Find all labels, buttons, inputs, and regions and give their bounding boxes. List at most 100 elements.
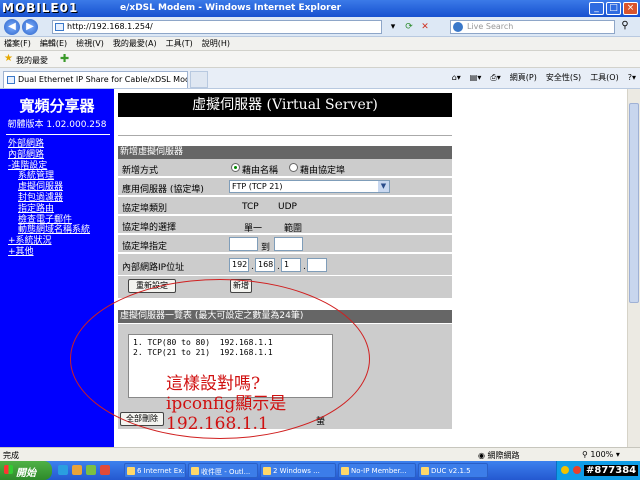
print-icon[interactable]: ⎙▾	[490, 73, 500, 83]
nav-check-email[interactable]: 檢查電子郵件	[8, 215, 90, 226]
ip-dot: .	[251, 262, 254, 272]
status-text: 完成	[3, 451, 19, 460]
single-label: 單一	[244, 224, 263, 234]
search-input[interactable]: Live Search	[450, 20, 615, 34]
forward-icon[interactable]: ▶	[22, 19, 38, 35]
nav-wan[interactable]: 外部網路	[8, 139, 90, 150]
close-button[interactable]: ×	[623, 2, 638, 15]
task-label: 2 Windows ...	[273, 467, 320, 475]
nav-lan[interactable]: 內部網路	[8, 150, 90, 161]
zoom-control[interactable]: ⚲ 100% ▾	[582, 450, 620, 459]
menu-favorites[interactable]: 我的最愛(A)	[113, 38, 157, 49]
chevron-down-icon[interactable]: ▼	[378, 181, 389, 192]
protocol-assign-row: 協定埠指定 到	[118, 235, 452, 253]
nav-virtual-server[interactable]: 虛擬伺服器	[8, 182, 90, 193]
back-icon[interactable]: ◀	[4, 19, 20, 35]
by-protocol-radio[interactable]	[289, 163, 298, 172]
firefox-icon	[341, 467, 349, 475]
add-method-label: 新增方式	[122, 166, 159, 176]
favorites-star-icon[interactable]: ★	[4, 53, 13, 64]
router-page: 寬頻分享器 韌體版本 1.02.000.258 外部網路 內部網路 -進階設定 …	[0, 89, 627, 447]
refresh-icon[interactable]: ⟳	[402, 20, 416, 34]
to-label: 到	[261, 243, 271, 253]
quicklaunch-ie-icon[interactable]	[58, 465, 68, 475]
add-method-row: 新增方式 藉由名稱 藉由協定埠	[118, 159, 452, 177]
command-bar: ⌂▾ ▤▾ ⎙▾ 網頁(P) 安全性(S) 工具(O) ?▾	[452, 72, 636, 83]
security-zone: ◉ 網際網路	[478, 451, 520, 460]
feeds-icon[interactable]: ▤▾	[470, 73, 482, 82]
favorites-bar: ★ 我的最愛 ✚	[0, 51, 640, 68]
nav-static-route[interactable]: 指定路由	[8, 204, 90, 215]
page-menu[interactable]: 網頁(P)	[510, 72, 537, 83]
new-tab-button[interactable]	[190, 71, 208, 88]
favorites-label[interactable]: 我的最愛	[16, 55, 48, 66]
nav-ddns[interactable]: 動態網域名稱系統	[8, 225, 90, 236]
ip-octet-1[interactable]: 192	[229, 258, 249, 272]
protocol-select-row: 協定埠的選擇 單一 範圍	[118, 216, 452, 234]
tab-bar: Dual Ethernet IP Share for Cable/xDSL Mo…	[0, 68, 640, 89]
security-menu[interactable]: 安全性(S)	[546, 72, 581, 83]
port-end-input[interactable]	[274, 237, 303, 251]
lan-ip-row: 內部網路IP位址 192 . 168 . 1 .	[118, 254, 452, 276]
quicklaunch-app-icon[interactable]	[100, 465, 110, 475]
task-internet-explorer[interactable]: 6 Internet Ex...	[124, 463, 186, 478]
address-input[interactable]: http://192.168.1.254/	[52, 20, 382, 34]
outlook-icon	[191, 467, 199, 475]
search-icon[interactable]: ⚲	[618, 20, 632, 34]
ip-dot: .	[303, 262, 306, 272]
server-select[interactable]: FTP (TCP 21) ▼	[229, 180, 390, 193]
task-duc[interactable]: DUC v2.1.5	[418, 463, 488, 478]
window-titlebar: MOBILE01 e/xDSL Modem - Windows Internet…	[0, 0, 640, 17]
by-protocol-label: 藉由協定埠	[300, 166, 346, 176]
quicklaunch-desktop-icon[interactable]	[86, 465, 96, 475]
tab-router[interactable]: Dual Ethernet IP Share for Cable/xDSL Mo…	[3, 71, 188, 88]
windows-flag-icon	[4, 465, 13, 474]
start-label: 開始	[16, 468, 36, 479]
annotation-line-2: ipconfig顯示是	[166, 394, 287, 414]
maximize-button[interactable]: □	[606, 2, 621, 15]
watermark: #877384	[584, 465, 639, 476]
help-icon[interactable]: ?▾	[628, 73, 636, 82]
nav-advanced[interactable]: -進階設定	[8, 161, 90, 172]
folder-icon	[263, 467, 271, 475]
menu-help[interactable]: 說明(H)	[202, 38, 230, 49]
quicklaunch-outlook-icon[interactable]	[72, 465, 82, 475]
nav-system-admin[interactable]: 系統管理	[8, 171, 90, 182]
stop-icon[interactable]: ✕	[418, 20, 432, 34]
protocol-type-label: 協定埠類別	[122, 204, 168, 214]
dropdown-arrow-icon[interactable]: ▾	[386, 20, 400, 34]
home-icon[interactable]: ⌂▾	[452, 73, 461, 82]
add-section-header: 新增虛擬伺服器	[118, 146, 452, 159]
task-noip[interactable]: No-IP Member...	[338, 463, 416, 478]
scrollbar-thumb[interactable]	[629, 103, 639, 303]
live-search-icon	[453, 22, 463, 32]
menu-tools[interactable]: 工具(T)	[166, 38, 193, 49]
window-title: e/xDSL Modem - Windows Internet Explorer	[120, 3, 342, 13]
task-outlook[interactable]: 收件匣 - Outl...	[188, 463, 258, 478]
duc-icon	[421, 467, 429, 475]
menu-file[interactable]: 檔案(F)	[4, 38, 31, 49]
ip-octet-4[interactable]	[307, 258, 327, 272]
add-favorite-icon[interactable]: ✚	[60, 52, 69, 65]
server-row: 應用伺服器 (協定埠) FTP (TCP 21) ▼	[118, 178, 452, 196]
sidebar-nav: 外部網路 內部網路 -進階設定 系統管理 虛擬伺服器 封包過濾器 指定路由 檢查…	[8, 139, 90, 258]
nav-system-status[interactable]: +系統狀況	[8, 236, 90, 247]
by-name-radio[interactable]	[231, 163, 240, 172]
menu-edit[interactable]: 編輯(E)	[40, 38, 67, 49]
nav-packet-filter[interactable]: 封包過濾器	[8, 193, 90, 204]
status-bar: 完成 ◉ 網際網路 ⚲ 100% ▾	[0, 447, 640, 461]
menu-view[interactable]: 檢視(V)	[76, 38, 104, 49]
start-button[interactable]: 開始	[0, 461, 52, 480]
annotation-text: 這樣設對嗎? ipconfig顯示是 192.168.1.1	[166, 374, 286, 434]
tray-icon[interactable]	[561, 466, 569, 474]
minimize-button[interactable]: _	[589, 2, 604, 15]
nav-other[interactable]: +其他	[8, 247, 90, 258]
ip-octet-3[interactable]: 1	[281, 258, 301, 272]
ip-octet-2[interactable]: 168	[255, 258, 275, 272]
vertical-scrollbar[interactable]	[627, 89, 640, 447]
tools-menu[interactable]: 工具(O)	[590, 72, 619, 83]
tray-icon[interactable]	[573, 466, 581, 474]
firmware-version: 韌體版本 1.02.000.258	[7, 120, 107, 130]
port-start-input[interactable]	[229, 237, 258, 251]
task-windows[interactable]: 2 Windows ...	[260, 463, 336, 478]
